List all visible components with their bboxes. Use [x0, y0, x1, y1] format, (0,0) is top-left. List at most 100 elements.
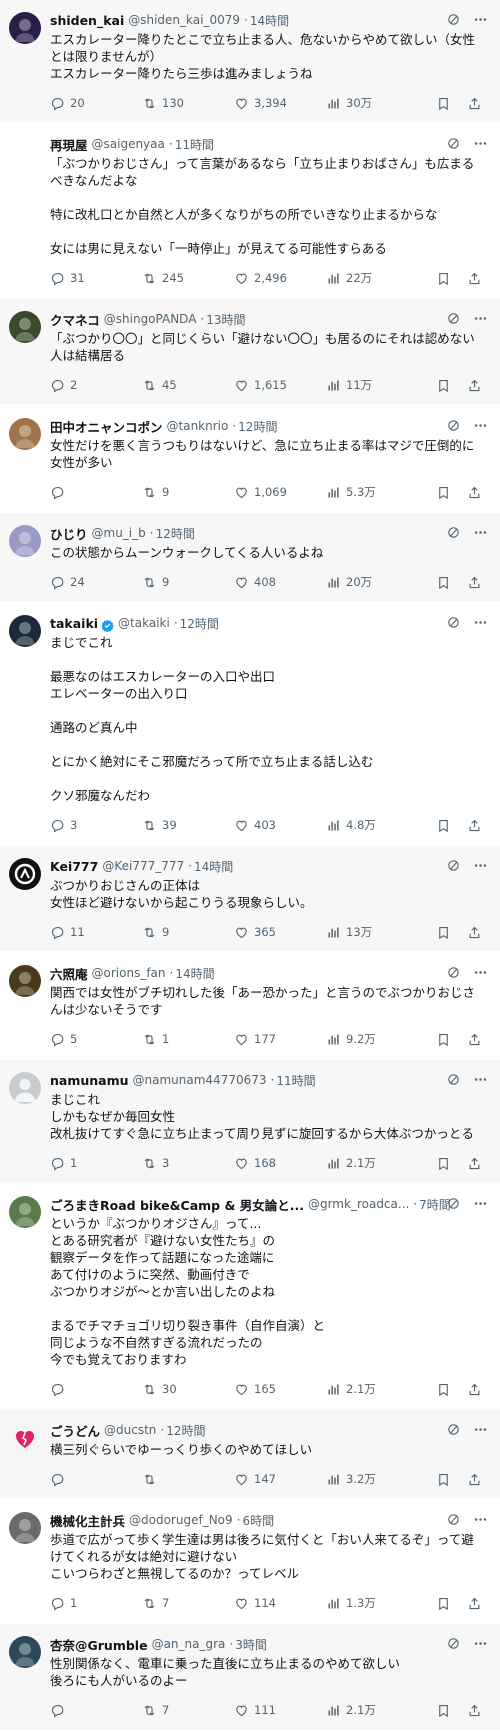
grok-icon[interactable] — [446, 858, 461, 873]
display-name[interactable]: クマネコ — [50, 310, 100, 329]
avatar[interactable] — [9, 858, 41, 890]
more-icon[interactable] — [473, 1422, 488, 1437]
more-icon[interactable] — [473, 1512, 488, 1527]
more-icon[interactable] — [473, 965, 488, 980]
bookmark-icon[interactable] — [436, 1703, 451, 1718]
more-icon[interactable] — [473, 1636, 488, 1651]
avatar[interactable] — [9, 12, 41, 44]
avatar[interactable] — [9, 615, 41, 647]
bookmark-icon[interactable] — [436, 1596, 451, 1611]
user-handle[interactable]: @shiden_kai_0079 — [128, 13, 240, 27]
timestamp[interactable]: 11時間 — [276, 1072, 315, 1089]
replies-button[interactable]: 1 — [50, 1596, 142, 1611]
share-icon[interactable] — [467, 1703, 482, 1718]
reply-tweet[interactable]: ごろまきRoad bike&Camp & 男女論と... @grmk_roadca… — [0, 1184, 500, 1410]
timestamp[interactable]: 14時間 — [194, 858, 233, 875]
replies-button[interactable]: 1 — [50, 1156, 142, 1171]
more-icon[interactable] — [473, 525, 488, 540]
grok-icon[interactable] — [446, 1636, 461, 1651]
reply-tweet[interactable]: 杏奈@Grumble @an_na_gra · 3時間 性別関係なく、電車に乗った直後に… — [0, 1624, 500, 1731]
reply-tweet[interactable]: 田中オニャンコポン @tanknrio · 12時間 女性だけを悪く言うつもりはないけど… — [0, 406, 500, 513]
retweets-button[interactable]: 7 — [142, 1596, 234, 1611]
bookmark-icon[interactable] — [436, 271, 451, 286]
share-icon[interactable] — [467, 485, 482, 500]
likes-button[interactable]: 3,394 — [234, 96, 326, 111]
bookmark-icon[interactable] — [436, 96, 451, 111]
display-name[interactable]: 杏奈@Grumble — [50, 1635, 148, 1654]
views-button[interactable]: 2.1万 — [326, 1155, 418, 1171]
likes-button[interactable]: 403 — [234, 818, 326, 833]
retweets-button[interactable]: 9 — [142, 485, 234, 500]
bookmark-icon[interactable] — [436, 485, 451, 500]
replies-button[interactable]: 5 — [50, 1032, 142, 1047]
reply-tweet[interactable]: クマネコ @shingoPANDA · 13時間 「ぶつかり〇〇」と同じくらい「避けない… — [0, 299, 500, 406]
more-icon[interactable] — [473, 858, 488, 873]
replies-button[interactable] — [50, 1703, 142, 1718]
replies-button[interactable]: 24 — [50, 575, 142, 590]
likes-button[interactable]: 111 — [234, 1703, 326, 1718]
likes-button[interactable]: 168 — [234, 1156, 326, 1171]
display-name[interactable]: ごろまきRoad bike&Camp & 男女論と... — [50, 1195, 304, 1214]
replies-button[interactable]: 3 — [50, 818, 142, 833]
reply-tweet[interactable]: shiden_kai @shiden_kai_0079 · 14時間 エスカレーター降り… — [0, 0, 500, 124]
likes-button[interactable]: 165 — [234, 1382, 326, 1397]
views-button[interactable]: 30万 — [326, 95, 418, 111]
grok-icon[interactable] — [446, 615, 461, 630]
bookmark-icon[interactable] — [436, 1382, 451, 1397]
views-button[interactable]: 22万 — [326, 270, 418, 286]
timestamp[interactable]: 12時間 — [180, 615, 219, 632]
views-button[interactable]: 20万 — [326, 574, 418, 590]
views-button[interactable]: 11万 — [326, 377, 418, 393]
timestamp[interactable]: 12時間 — [156, 525, 195, 542]
reply-tweet[interactable]: 六照庵 @orions_fan · 14時間 関西では女性がブチ切れした後「あー恐かった… — [0, 953, 500, 1060]
user-handle[interactable]: @tanknrio — [167, 419, 229, 433]
timestamp[interactable]: 14時間 — [175, 965, 214, 982]
views-button[interactable]: 5.3万 — [326, 484, 418, 500]
share-icon[interactable] — [467, 925, 482, 940]
replies-button[interactable] — [50, 1472, 142, 1487]
user-handle[interactable]: @grmk_roadca... — [308, 1197, 409, 1211]
retweets-button[interactable] — [142, 1472, 234, 1487]
more-icon[interactable] — [473, 418, 488, 433]
reply-tweet[interactable]: ひじり @mu_i_b · 12時間 この状態からムーンウォークしてくる人いるよね 24 9… — [0, 513, 500, 603]
display-name[interactable]: Kei777 — [50, 859, 98, 874]
timestamp[interactable]: 12時間 — [238, 418, 277, 435]
timestamp[interactable]: 12時間 — [166, 1422, 205, 1439]
likes-button[interactable]: 177 — [234, 1032, 326, 1047]
timestamp[interactable]: 13時間 — [206, 311, 245, 328]
user-handle[interactable]: @shingoPANDA — [104, 312, 197, 326]
more-icon[interactable] — [473, 12, 488, 27]
reply-tweet[interactable]: 機械化主計兵 @dodorugef_No9 · 6時間 歩道で広がって歩く学生達は男は後… — [0, 1500, 500, 1624]
views-button[interactable]: 2.1万 — [326, 1381, 418, 1397]
display-name[interactable]: ひじり — [50, 524, 88, 543]
views-button[interactable]: 2.1万 — [326, 1702, 418, 1718]
grok-icon[interactable] — [446, 525, 461, 540]
display-name[interactable]: 機械化主計兵 — [50, 1511, 125, 1530]
share-icon[interactable] — [467, 271, 482, 286]
replies-button[interactable]: 20 — [50, 96, 142, 111]
grok-icon[interactable] — [446, 1422, 461, 1437]
likes-button[interactable]: 365 — [234, 925, 326, 940]
views-button[interactable]: 9.2万 — [326, 1031, 418, 1047]
avatar[interactable] — [9, 1636, 41, 1668]
share-icon[interactable] — [467, 818, 482, 833]
bookmark-icon[interactable] — [436, 925, 451, 940]
bookmark-icon[interactable] — [436, 575, 451, 590]
retweets-button[interactable]: 9 — [142, 925, 234, 940]
reply-tweet[interactable]: ごうどん @ducstn · 12時間 横三列ぐらいでゆーっくり歩くのやめてほしい 147… — [0, 1410, 500, 1500]
more-icon[interactable] — [473, 136, 488, 151]
user-handle[interactable]: @ducstn — [104, 1423, 156, 1437]
share-icon[interactable] — [467, 1596, 482, 1611]
retweets-button[interactable]: 245 — [142, 271, 234, 286]
likes-button[interactable]: 1,615 — [234, 378, 326, 393]
replies-button[interactable] — [50, 485, 142, 500]
bookmark-icon[interactable] — [436, 378, 451, 393]
user-handle[interactable]: @an_na_gra — [152, 1637, 226, 1651]
grok-icon[interactable] — [446, 136, 461, 151]
display-name[interactable]: takaiki — [50, 616, 98, 631]
reply-tweet[interactable]: Kei777 @Kei777_777 · 14時間 ぶつかりおじさんの正体は 女性ほど避… — [0, 846, 500, 953]
views-button[interactable]: 4.8万 — [326, 817, 418, 833]
grok-icon[interactable] — [446, 418, 461, 433]
user-handle[interactable]: @orions_fan — [92, 966, 166, 980]
share-icon[interactable] — [467, 96, 482, 111]
